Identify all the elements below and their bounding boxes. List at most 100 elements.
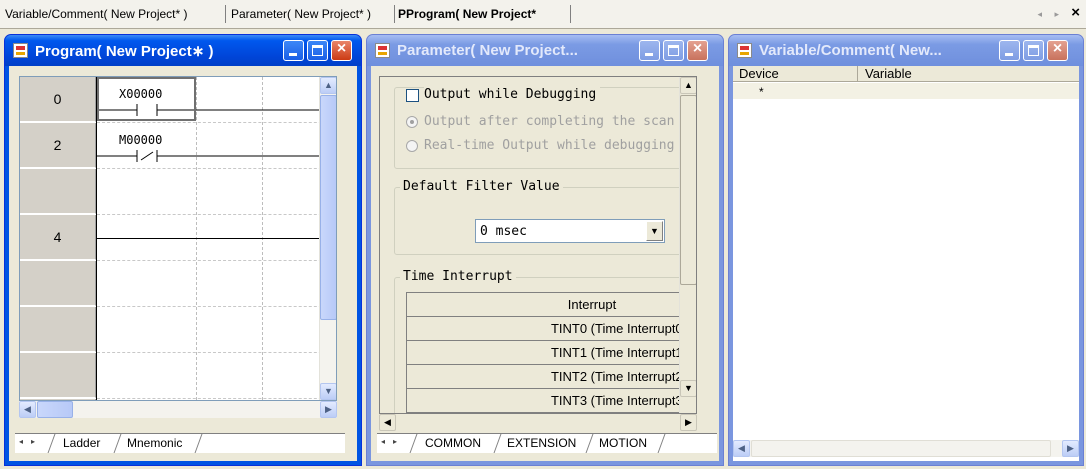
program-titlebar[interactable]: Program( New Project∗ ) ×	[5, 35, 361, 66]
interrupt-row[interactable]: TINT2 (Time Interrupt2)	[406, 364, 694, 389]
sheet-tab-extension[interactable]: EXTENSION	[507, 436, 576, 450]
maximize-icon	[668, 45, 679, 56]
tab-separator	[570, 5, 571, 23]
program-client: 0 2 4 X00000 M00000 ▲ ▼ ◀ ▶ ◂ ▸ Ladder M…	[9, 66, 357, 461]
chevron-down-icon[interactable]: ▼	[646, 221, 663, 241]
interrupt-row[interactable]: TINT0 (Time Interrupt0)	[406, 316, 694, 341]
parameter-horizontal-scrollbar[interactable]: ◀ ▶	[379, 414, 697, 431]
doc-tab-program[interactable]: PProgram( New Project*	[398, 7, 536, 21]
close-button[interactable]: ×	[1047, 40, 1068, 61]
sheet-scroll-right-icon[interactable]: ▸	[393, 437, 397, 446]
column-divider	[857, 66, 858, 82]
parameter-vertical-scrollbar[interactable]: ▲ ▼	[679, 77, 696, 413]
scroll-right-icon[interactable]: ▶	[680, 414, 697, 431]
close-button[interactable]: ×	[687, 40, 708, 61]
ladder-vertical-scrollbar[interactable]: ▲ ▼	[319, 77, 336, 400]
doc-tab-variable-comment[interactable]: Variable/Comment( New Project* )	[5, 7, 188, 21]
variable-client: Device Variable * ◀ ▶	[733, 66, 1079, 461]
document-icon	[375, 43, 390, 58]
sheet-tab-motion[interactable]: MOTION	[599, 436, 647, 450]
scroll-left-icon[interactable]: ◀	[19, 401, 36, 418]
scroll-left-icon[interactable]: ◀	[379, 414, 396, 431]
sheet-scroll-left-icon[interactable]: ◂	[19, 437, 23, 446]
close-icon: ×	[336, 40, 347, 57]
grid-line	[97, 398, 336, 399]
step-number	[20, 307, 96, 352]
minimize-button[interactable]	[999, 40, 1020, 61]
scroll-right-icon[interactable]: ▶	[320, 401, 337, 418]
step-number	[20, 261, 96, 306]
maximize-button[interactable]	[307, 40, 328, 61]
tab-divider	[113, 434, 122, 453]
maximize-icon	[312, 45, 323, 56]
variable-titlebar[interactable]: Variable/Comment( New... ×	[729, 35, 1083, 66]
document-icon	[13, 43, 28, 58]
table-row[interactable]: *	[733, 83, 1079, 99]
scroll-left-icon[interactable]: ◀	[733, 440, 750, 457]
ladder-editor[interactable]: 0 2 4 X00000 M00000 ▲ ▼	[19, 76, 337, 401]
tab-scroll-arrows-icon[interactable]: ◂ ▸	[1037, 9, 1064, 20]
ladder-horizontal-scrollbar[interactable]: ◀ ▶	[19, 401, 337, 418]
scroll-up-icon[interactable]: ▲	[320, 77, 336, 94]
column-header-variable[interactable]: Variable	[865, 66, 912, 81]
scroll-thumb[interactable]	[680, 95, 696, 285]
output-debugging-checkbox[interactable]	[406, 89, 419, 102]
interrupt-table: Interrupt TINT0 (Time Interrupt0) TINT1 …	[406, 292, 694, 413]
grid-line	[97, 260, 336, 261]
tab-divider	[585, 434, 594, 453]
close-icon: ×	[692, 40, 703, 57]
ladder-cursor	[97, 77, 196, 121]
variable-horizontal-scrollbar[interactable]: ◀ ▶	[733, 440, 1079, 457]
parameter-title: Parameter( New Project...	[397, 42, 578, 59]
variable-grid[interactable]: Device Variable *	[733, 66, 1079, 439]
step-number	[20, 169, 96, 214]
radio-output-after-scan-label: Output after completing the scan	[424, 114, 675, 129]
filter-label: Default Filter Value	[400, 179, 563, 194]
document-tab-bar: Variable/Comment( New Project* ) Paramet…	[0, 0, 1086, 29]
grid-line	[97, 122, 336, 123]
interrupt-row[interactable]: TINT1 (Time Interrupt1)	[406, 340, 694, 365]
scroll-thumb[interactable]	[37, 401, 73, 418]
step-number: 2	[20, 123, 96, 168]
sheet-scroll-left-icon[interactable]: ◂	[381, 437, 385, 446]
sheet-tab-common[interactable]: COMMON	[425, 436, 481, 450]
scroll-thumb[interactable]	[751, 440, 1051, 457]
maximize-button[interactable]	[663, 40, 684, 61]
program-sheet-tabs: ◂ ▸ Ladder Mnemonic	[15, 433, 345, 453]
radio-realtime-output-label: Real-time Output while debugging	[424, 138, 675, 153]
parameter-sheet-tabs: ◂ ▸ COMMON EXTENSION MOTION	[377, 433, 717, 453]
scroll-down-icon[interactable]: ▼	[680, 380, 696, 397]
minimize-icon	[1005, 53, 1013, 56]
tab-divider	[409, 434, 418, 453]
variable-grid-header: Device Variable	[733, 66, 1079, 82]
radio-output-after-scan[interactable]	[406, 116, 418, 128]
parameter-titlebar[interactable]: Parameter( New Project... ×	[367, 35, 723, 66]
tab-separator	[394, 5, 395, 23]
scroll-down-icon[interactable]: ▼	[320, 383, 336, 400]
minimize-button[interactable]	[283, 40, 304, 61]
maximize-button[interactable]	[1023, 40, 1044, 61]
close-button[interactable]: ×	[331, 40, 352, 61]
interrupt-row[interactable]: TINT3 (Time Interrupt3)	[406, 388, 694, 413]
close-document-icon[interactable]: ×	[1071, 4, 1080, 21]
step-number	[20, 353, 96, 398]
sheet-tab-ladder[interactable]: Ladder	[63, 436, 100, 450]
sheet-scroll-right-icon[interactable]: ▸	[31, 437, 35, 446]
tab-divider	[47, 434, 56, 453]
scroll-up-icon[interactable]: ▲	[680, 77, 696, 94]
filter-select[interactable]: 0 msec ▼	[475, 219, 665, 243]
program-title: Program( New Project∗ )	[35, 43, 214, 60]
scroll-right-icon[interactable]: ▶	[1062, 440, 1079, 457]
normally-closed-contact-icon[interactable]	[97, 149, 337, 163]
sheet-tab-mnemonic[interactable]: Mnemonic	[127, 436, 182, 450]
radio-realtime-output[interactable]	[406, 140, 418, 152]
scroll-thumb[interactable]	[320, 95, 336, 320]
doc-tab-program-label: Program( New Project*	[406, 7, 537, 21]
contact-address: M00000	[119, 133, 163, 147]
filter-select-value: 0 msec	[480, 224, 527, 239]
maximize-icon	[1028, 45, 1039, 56]
column-header-device[interactable]: Device	[739, 66, 779, 81]
output-debugging-label: Output while Debugging	[424, 87, 601, 102]
minimize-button[interactable]	[639, 40, 660, 61]
doc-tab-parameter[interactable]: Parameter( New Project* )	[231, 7, 371, 21]
